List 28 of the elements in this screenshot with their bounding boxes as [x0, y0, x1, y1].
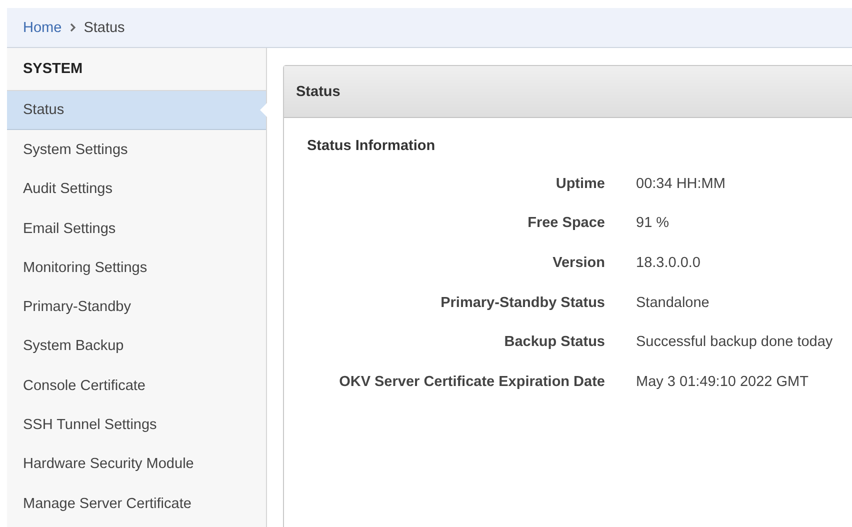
field-value: 91 % — [635, 215, 670, 232]
field-value: May 3 01:49:10 2022 GMT — [635, 374, 808, 390]
sidebar-item[interactable]: System Backup — [7, 326, 266, 366]
field-value: 18.3.0.0.0 — [635, 254, 700, 271]
field-label: Backup Status — [503, 334, 605, 350]
breadcrumb-link[interactable]: Home — [23, 20, 62, 36]
chevron-right-icon — [70, 23, 76, 32]
field-value: Standalone — [635, 294, 710, 311]
field-label: Version — [552, 254, 605, 271]
field-label: Free Space — [526, 215, 605, 232]
field-label: OKV Server Certificate Expiration Date — [338, 374, 605, 390]
breadcrumb-current: Status — [84, 20, 125, 36]
field-value: Successful backup done today — [635, 334, 833, 350]
panel-title: Status — [296, 84, 340, 100]
sidebar-item[interactable]: System Settings — [7, 130, 266, 170]
section-title: Status Information — [307, 138, 436, 154]
sidebar-item[interactable]: Audit Settings — [7, 170, 266, 209]
sidebar-item[interactable]: Status — [7, 91, 266, 130]
sidebar-item[interactable]: Primary-Standby — [7, 287, 266, 327]
field-label: Uptime — [554, 176, 605, 192]
sidebar-item[interactable]: Manage Server Certificate — [7, 484, 266, 524]
sidebar-item[interactable]: SSH Tunnel Settings — [7, 405, 266, 445]
field-value: 00:34 HH:MM — [635, 176, 726, 192]
sidebar-item[interactable]: Hardware Security Module — [7, 444, 266, 484]
sidebar-item[interactable]: Monitoring Settings — [7, 248, 266, 288]
field-label: Primary-Standby Status — [440, 294, 605, 311]
sidebar-item[interactable]: Console Certificate — [7, 366, 266, 406]
sidebar-item[interactable]: Email Settings — [7, 208, 266, 248]
